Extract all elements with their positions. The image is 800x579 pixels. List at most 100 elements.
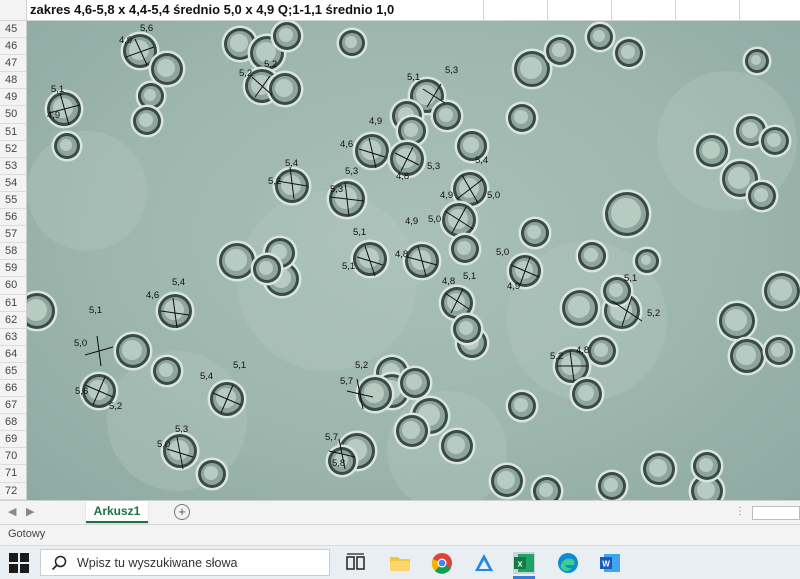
measurement-label: 5,4 xyxy=(172,277,185,288)
spore xyxy=(633,247,662,276)
chrome-icon[interactable] xyxy=(430,551,454,575)
spore xyxy=(603,190,652,239)
row-header[interactable]: 69 xyxy=(0,431,26,448)
spore xyxy=(544,35,577,68)
measurement-label: 4,8 xyxy=(396,171,409,182)
row-header[interactable]: 65 xyxy=(0,363,26,380)
sheet-tab-arkusz1[interactable]: Arkusz1 xyxy=(86,501,148,523)
row-header[interactable]: 49 xyxy=(0,89,26,106)
edge-icon[interactable] xyxy=(556,551,580,575)
sheet-tabs-bar: ◀ ▶ Arkusz1 + ⋮ xyxy=(0,500,800,525)
row-header[interactable]: 54 xyxy=(0,175,26,192)
taskbar-search-box[interactable]: Wpisz tu wyszukiwane słowa xyxy=(40,549,330,576)
spore xyxy=(449,233,482,266)
row-header[interactable]: 63 xyxy=(0,329,26,346)
measurement-label: 5,0 xyxy=(74,338,87,349)
tabs-split-handle-icon[interactable]: ⋮ xyxy=(735,506,745,517)
row-header[interactable]: 59 xyxy=(0,260,26,277)
row-header[interactable]: 64 xyxy=(0,346,26,363)
row-headers: 4546474849505152535455565758596061626364… xyxy=(0,21,27,500)
spore xyxy=(52,131,83,162)
row-header[interactable]: 70 xyxy=(0,448,26,465)
spore xyxy=(506,102,539,135)
row-header[interactable]: 67 xyxy=(0,397,26,414)
scroll-right-icon[interactable]: ▶ xyxy=(26,505,34,518)
measurement-label: 5,4 xyxy=(285,158,298,169)
row-header[interactable]: 48 xyxy=(0,72,26,89)
spore xyxy=(131,105,164,138)
row-header[interactable]: 66 xyxy=(0,380,26,397)
row-header[interactable]: 60 xyxy=(0,277,26,294)
spore xyxy=(196,458,229,491)
search-placeholder: Wpisz tu wyszukiwane słowa xyxy=(77,556,237,570)
title-cell[interactable]: zakres 4,6-5,8 x 4,4-5,4 średnio 5,0 x 4… xyxy=(30,2,394,17)
azure-data-studio-icon[interactable] xyxy=(472,551,496,575)
row-header[interactable]: 61 xyxy=(0,295,26,312)
spore xyxy=(114,332,153,371)
measurement-label: 5,0 xyxy=(428,214,441,225)
measurement-label: 5,2 xyxy=(264,59,277,70)
spore xyxy=(394,413,431,450)
scroll-left-icon[interactable]: ◀ xyxy=(8,505,16,518)
svg-text:x: x xyxy=(517,559,522,569)
measurement-label: 5,4 xyxy=(200,371,213,382)
taskbar: Wpisz tu wyszukiwane słowa x W xyxy=(0,545,800,579)
spore xyxy=(586,335,619,368)
measurement-label: 5,1 xyxy=(89,305,102,316)
spore xyxy=(743,47,772,76)
row-header[interactable]: 62 xyxy=(0,312,26,329)
measurement-label: 5,1 xyxy=(353,227,366,238)
task-view-icon[interactable] xyxy=(344,551,368,575)
word-icon[interactable]: W xyxy=(598,551,622,575)
row-header[interactable]: 53 xyxy=(0,158,26,175)
row-header[interactable]: 68 xyxy=(0,414,26,431)
row-header[interactable]: 45 xyxy=(0,21,26,38)
windows-start-icon[interactable] xyxy=(8,552,30,574)
measurement-label: 5,7 xyxy=(340,376,353,387)
column-grid xyxy=(420,0,800,20)
measurement-label: 5,4 xyxy=(475,155,488,166)
measurement-label: 5,2 xyxy=(239,68,252,79)
spore xyxy=(439,428,476,465)
measurement-label: 5,6 xyxy=(75,386,88,397)
spore-photo: 4,95,65,25,25,14,95,15,34,94,64,85,35,45… xyxy=(27,21,800,500)
row-header[interactable]: 56 xyxy=(0,209,26,226)
row-header[interactable]: 72 xyxy=(0,483,26,500)
measurement-label: 4,8 xyxy=(442,276,455,287)
file-explorer-icon[interactable] xyxy=(388,551,412,575)
measurement-label: 5,0 xyxy=(496,247,509,258)
row-header[interactable]: 71 xyxy=(0,465,26,482)
select-all-corner[interactable] xyxy=(0,0,27,20)
measurement-label: 5,7 xyxy=(325,432,338,443)
excel-icon[interactable]: x xyxy=(512,551,536,575)
measurement-label: 4,9 xyxy=(369,116,382,127)
add-sheet-button[interactable]: + xyxy=(174,504,190,520)
measurement-label: 4,6 xyxy=(340,139,353,150)
measurement-label: 4,9 xyxy=(405,216,418,227)
row-header[interactable]: 51 xyxy=(0,124,26,141)
measurement-label: 5,3 xyxy=(445,65,458,76)
measurement-label: 5,1 xyxy=(342,261,355,272)
background-blur xyxy=(27,131,147,251)
row-header[interactable]: 50 xyxy=(0,106,26,123)
row-header[interactable]: 58 xyxy=(0,243,26,260)
measurement-label: 5,1 xyxy=(624,273,637,284)
row-header[interactable]: 46 xyxy=(0,38,26,55)
spore xyxy=(746,180,779,213)
measurement-label: 5,1 xyxy=(407,72,420,83)
spore xyxy=(762,271,800,312)
spore xyxy=(519,217,552,250)
row-header[interactable]: 52 xyxy=(0,141,26,158)
spore xyxy=(694,133,731,170)
spore xyxy=(151,355,184,388)
row-header[interactable]: 47 xyxy=(0,55,26,72)
spore xyxy=(641,451,678,488)
spore xyxy=(27,291,58,332)
measurement-label: 4,9 xyxy=(507,281,520,292)
horizontal-scrollbar[interactable] xyxy=(752,506,800,520)
row-header[interactable]: 55 xyxy=(0,192,26,209)
spore xyxy=(728,337,767,376)
row-header[interactable]: 57 xyxy=(0,226,26,243)
formula-row: zakres 4,6-5,8 x 4,4-5,4 średnio 5,0 x 4… xyxy=(0,0,800,21)
spore xyxy=(585,22,616,53)
